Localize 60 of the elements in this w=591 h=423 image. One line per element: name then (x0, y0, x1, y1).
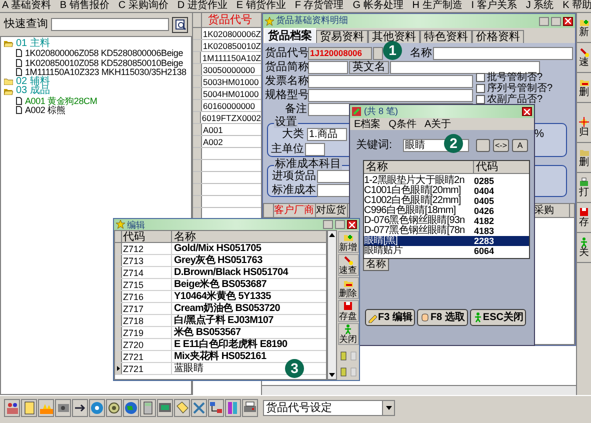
table-cell-text: D.Brown/Black HS051704 (173, 267, 288, 278)
column-header: 对应货 (316, 204, 348, 217)
percent-label: % (534, 128, 544, 140)
table-cell: Z721 (122, 351, 172, 362)
group-title: 标准成本科目 (274, 158, 342, 170)
table-cell: Z721 (122, 363, 172, 374)
table-cell: 1K020850010Z (202, 40, 261, 51)
column-header: 代码 (475, 161, 498, 173)
field-label: 名称 (409, 47, 432, 60)
table-cell: Z716 (122, 291, 172, 302)
table-cell: Z717 (122, 303, 172, 314)
field-label: 备注 (284, 103, 307, 116)
table-cell-text: E E11白色印老虎料 E8190 (173, 339, 288, 350)
checkbox-label: 批号管制否? (487, 72, 543, 83)
field-label: 发票名称 (265, 75, 307, 88)
field-label: 主单位 (270, 143, 304, 156)
table-cell: Z715 (122, 279, 172, 290)
search-label: 快速查询 (4, 17, 48, 32)
column-header: 代码 (122, 231, 172, 242)
table-cell: Z712 (122, 243, 172, 254)
field-label: 货品简称 (265, 61, 307, 74)
group-title: 设置 (274, 116, 298, 128)
window-title: (共 8 笔) (364, 104, 398, 118)
column-header: 客户厂商 (274, 204, 316, 217)
checkbox-label: 农副产品否? (487, 94, 543, 105)
window-title: 货品基础资料明细 (276, 14, 349, 28)
table-cell: Z718 (122, 315, 172, 326)
table-cell-text: 米色 BS053567 (173, 327, 241, 338)
table-cell: Z719 (122, 327, 172, 338)
table-cell-text: Gold/Mix HS051705 (173, 243, 262, 254)
table-cell: 1M111150A10Z (201, 52, 261, 63)
field-label: 货品代号 (265, 47, 307, 60)
table-cell-text: Cream奶油色 BS053720 (173, 303, 280, 314)
table-cell: 60160000000 (202, 100, 256, 111)
table-cell: Z714 (122, 267, 172, 278)
table-cell: 5003HM01000 (202, 76, 259, 87)
column-header: 名称 (173, 231, 196, 242)
field-label: 标准成本 (271, 184, 316, 197)
table-cell: 6019FTZX0002 (200, 112, 261, 123)
table-cell: 5004HM01000 (202, 88, 259, 99)
table-cell-text: Grey灰色 HS051763 (173, 255, 262, 266)
column-header: 名称 (364, 161, 474, 173)
field-label: 进项货品 (271, 170, 316, 183)
table-cell: Z713 (122, 255, 172, 266)
field-label: 关键词: (356, 138, 394, 153)
field-label: 规格型号 (265, 89, 307, 102)
table-cell-text: Beige米色 BS053687 (173, 279, 266, 290)
checkbox-label: 序列号管制否? (487, 83, 553, 94)
table-cell: 1K020800006Z (202, 28, 261, 39)
window-title: 编辑 (127, 220, 146, 230)
table-cell: 30050000000 (202, 64, 256, 75)
table-cell-text: Y10464米黄色 5Y1335 (173, 291, 271, 302)
table-cell-text: 白/黑点子料 EJ03M107 (173, 315, 274, 326)
table-cell: A001 (202, 124, 223, 135)
table-cell: A002 (202, 136, 223, 147)
table-cell-text: Mix夹花料 HS052161 (173, 351, 266, 362)
table-cell-text: 蓝眼睛 (173, 363, 204, 374)
column-header: 货品代号 (207, 13, 252, 27)
table-cell: Z720 (122, 339, 172, 350)
field-label: 大类 (281, 128, 304, 141)
